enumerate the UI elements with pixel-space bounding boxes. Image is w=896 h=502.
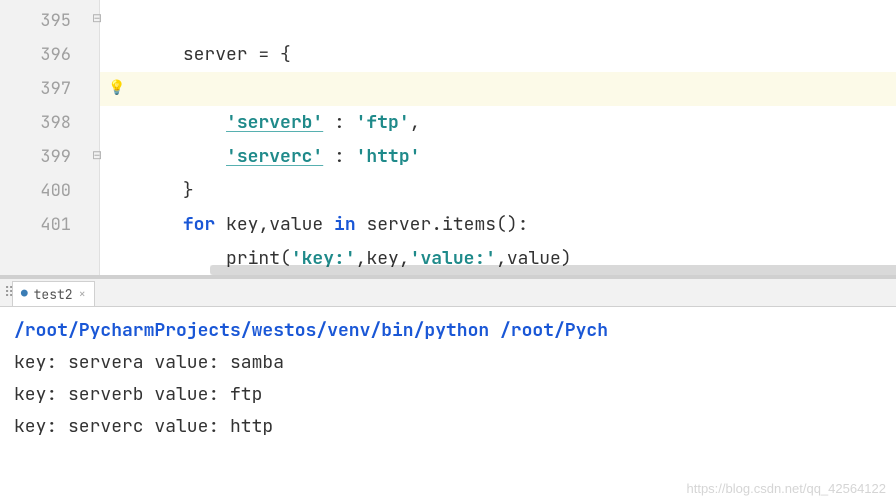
line-number[interactable]: 401	[0, 208, 99, 242]
line-number[interactable]: 397	[0, 72, 99, 106]
python-file-icon: ●	[21, 287, 28, 301]
line-number[interactable]: 395	[0, 4, 99, 38]
console-output[interactable]: /root/PycharmProjects/westos/venv/bin/py…	[0, 307, 896, 451]
scrollbar-thumb[interactable]	[210, 265, 896, 275]
line-number[interactable]: 399	[0, 140, 99, 174]
console-line: key: serverb value: ftp	[14, 379, 882, 411]
console-line: key: servera value: samba	[14, 347, 882, 379]
close-icon[interactable]: ×	[79, 286, 86, 302]
line-number[interactable]: 396	[0, 38, 99, 72]
horizontal-scrollbar[interactable]	[210, 265, 896, 275]
watermark-text: https://blog.csdn.net/qq_42564122	[687, 481, 887, 496]
tab-label: test2	[34, 286, 73, 303]
tab-drag-handle-icon[interactable]: ⠿	[4, 279, 12, 306]
console-line: key: serverc value: http	[14, 411, 882, 443]
line-number[interactable]: 398	[0, 106, 99, 140]
code-editor: 395 396 397 398 399 400 401 ⊟ ⊟ 💡 server…	[0, 0, 896, 275]
code-area[interactable]: server = { 'servera' : 'samba', 'serverb…	[100, 0, 896, 275]
interpreter-path: /root/PycharmProjects/westos/venv/bin/py…	[14, 315, 882, 347]
gutter: 395 396 397 398 399 400 401	[0, 0, 100, 275]
line-number[interactable]: 400	[0, 174, 99, 208]
intention-bulb-icon[interactable]: 💡	[108, 79, 125, 97]
tab-run-config[interactable]: ● test2 ×	[12, 281, 95, 306]
